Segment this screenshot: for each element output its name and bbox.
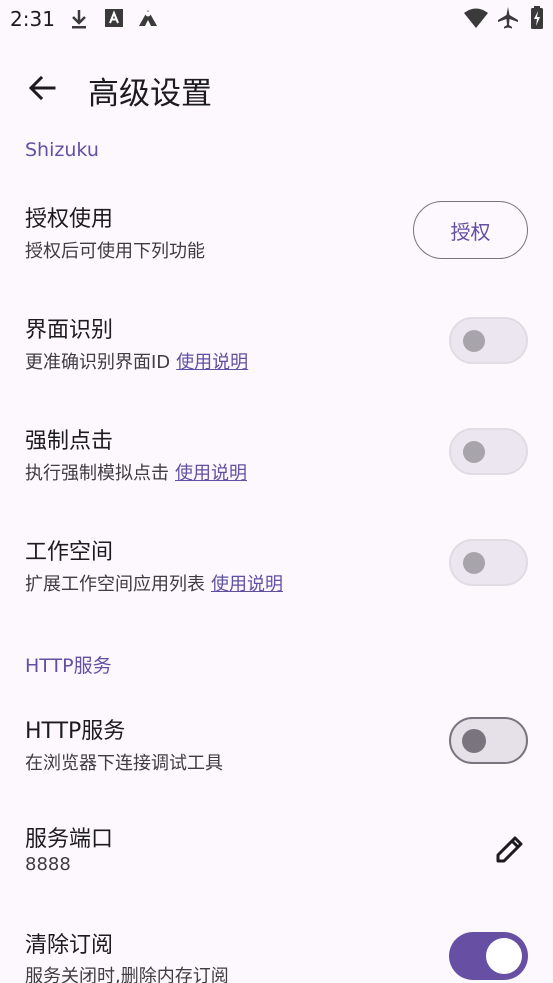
wifi-icon bbox=[463, 7, 489, 29]
screen: 2:31 高级设置 Shizuku 授权使用 授权后可使用下列功能 授权 界面识… bbox=[0, 0, 553, 983]
setting-subtitle: 服务关闭时,删除内存订阅 bbox=[25, 966, 229, 983]
setting-subtitle: 更准确识别界面ID 使用说明 bbox=[25, 348, 248, 374]
usage-guide-link[interactable]: 使用说明 bbox=[211, 574, 283, 595]
usage-guide-link[interactable]: 使用说明 bbox=[175, 463, 247, 484]
back-button[interactable] bbox=[20, 68, 64, 108]
switch-thumb bbox=[462, 728, 486, 753]
switch-thumb bbox=[463, 440, 485, 463]
switch-thumb bbox=[486, 938, 522, 974]
usage-guide-link[interactable]: 使用说明 bbox=[176, 352, 248, 373]
clear-subscriptions-switch[interactable] bbox=[449, 932, 528, 980]
font-a-icon bbox=[104, 8, 124, 28]
setting-title: 工作空间 bbox=[25, 540, 114, 565]
subtitle-text: 更准确识别界面ID bbox=[25, 352, 171, 373]
pencil-icon bbox=[496, 836, 523, 863]
tent-icon bbox=[137, 8, 159, 28]
section-header-http: HTTP服务 bbox=[25, 655, 112, 677]
status-time: 2:31 bbox=[10, 7, 55, 31]
download-icon bbox=[69, 8, 89, 30]
service-port-value: 8888 bbox=[25, 854, 71, 875]
force-click-switch[interactable] bbox=[449, 428, 528, 475]
top-app-bar: 高级设置 bbox=[0, 56, 553, 120]
setting-subtitle: 扩展工作空间应用列表 使用说明 bbox=[25, 570, 283, 596]
switch-thumb bbox=[463, 329, 485, 352]
status-bar: 2:31 bbox=[0, 0, 553, 40]
section-header-shizuku: Shizuku bbox=[25, 139, 99, 161]
setting-subtitle: 授权后可使用下列功能 bbox=[25, 241, 205, 262]
http-service-switch[interactable] bbox=[449, 717, 528, 764]
setting-title: 界面识别 bbox=[25, 318, 114, 343]
setting-subtitle: 在浏览器下连接调试工具 bbox=[25, 753, 223, 774]
battery-charging-icon bbox=[530, 6, 544, 30]
setting-title: HTTP服务 bbox=[25, 719, 126, 744]
airplane-icon bbox=[496, 6, 520, 30]
switch-thumb bbox=[463, 551, 485, 574]
setting-title: 清除订阅 bbox=[25, 933, 114, 958]
setting-title: 强制点击 bbox=[25, 429, 114, 454]
ui-recognition-switch[interactable] bbox=[449, 317, 528, 364]
edit-port-button[interactable] bbox=[492, 831, 528, 867]
authorize-button[interactable]: 授权 bbox=[413, 201, 528, 259]
subtitle-text: 执行强制模拟点击 bbox=[25, 463, 169, 484]
setting-subtitle: 执行强制模拟点击 使用说明 bbox=[25, 459, 247, 485]
arrow-back-icon bbox=[28, 75, 56, 101]
subtitle-text: 扩展工作空间应用列表 bbox=[25, 574, 205, 595]
setting-title: 授权使用 bbox=[25, 207, 114, 232]
setting-title: 服务端口 bbox=[25, 827, 114, 852]
workspace-switch[interactable] bbox=[449, 539, 528, 586]
page-title: 高级设置 bbox=[88, 76, 212, 112]
